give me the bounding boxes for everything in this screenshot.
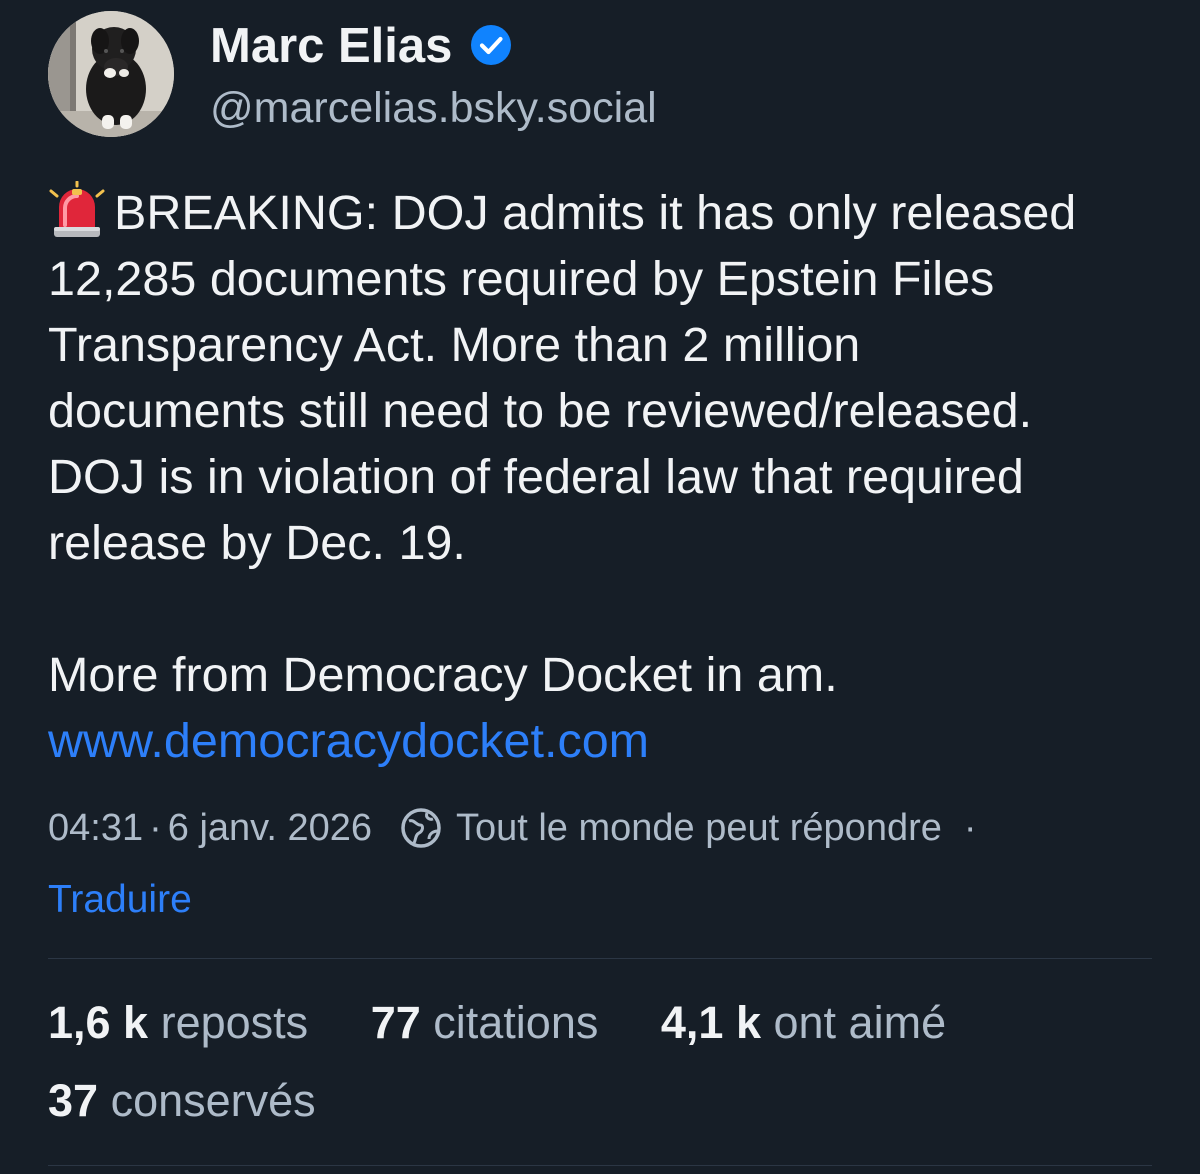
likes-stat[interactable]: 4,1 k ont aimé (661, 993, 946, 1053)
author-handle[interactable]: @marcelias.bsky.social (210, 82, 657, 134)
post-text-line: documents still need to be reviewed/rele… (48, 384, 1033, 438)
post-link[interactable]: www.democracydocket.com (48, 708, 1158, 774)
globe-icon[interactable] (400, 807, 442, 849)
quotes-stat[interactable]: 77 citations (371, 993, 599, 1053)
post-date: 6 janv. 2026 (167, 806, 372, 849)
divider (48, 958, 1152, 959)
reposts-count: 1,6 k (48, 997, 149, 1048)
post-meta: 04:31 · 6 janv. 2026 Tout le monde peut … (48, 800, 977, 856)
verified-check-icon[interactable] (470, 24, 512, 66)
post-text: BREAKING: DOJ admits it has only release… (48, 180, 1158, 774)
post-text-line: 12,285 documents required by Epstein Fil… (48, 252, 995, 306)
post-text-line: release by Dec. 19. (48, 516, 466, 570)
meta-separator: · (149, 806, 162, 849)
siren-icon (49, 181, 105, 237)
translate-button[interactable]: Traduire (48, 874, 192, 926)
engagement-stats: 1,6 k reposts 77 citations 4,1 k ont aim… (48, 993, 946, 1053)
quotes-count: 77 (370, 997, 421, 1048)
post-thread-view: Marc Elias @marcelias.bsky.social BREAKI… (0, 0, 1200, 1174)
post-text-line: BREAKING: DOJ admits it has only release… (48, 180, 1158, 246)
divider (48, 1165, 1152, 1166)
post-time: 04:31 (48, 806, 144, 849)
likes-count: 4,1 k (660, 997, 761, 1048)
saves-label: conservés (110, 1075, 316, 1126)
dog-photo (48, 11, 174, 137)
quotes-label: citations (433, 997, 599, 1048)
post-text-line: Transparency Act. More than 2 million (48, 318, 861, 372)
post-text-line: More from Democracy Docket in am. (48, 648, 838, 702)
reply-setting[interactable]: Tout le monde peut répondre (456, 807, 942, 850)
likes-label: ont aimé (773, 997, 947, 1048)
saves-count: 37 (48, 1075, 99, 1126)
reposts-label: reposts (160, 997, 309, 1048)
post-text-segment: BREAKING: DOJ admits it has only release… (114, 186, 1077, 240)
meta-separator: · (963, 806, 977, 849)
engagement-stats-row-2: 37 conservés (48, 1071, 316, 1131)
reposts-stat[interactable]: 1,6 k reposts (48, 993, 308, 1053)
saves-stat[interactable]: 37 conservés (48, 1071, 316, 1131)
author-name[interactable]: Marc Elias (210, 18, 452, 74)
post-text-line: DOJ is in violation of federal law that … (48, 450, 1024, 504)
avatar[interactable] (48, 11, 174, 137)
